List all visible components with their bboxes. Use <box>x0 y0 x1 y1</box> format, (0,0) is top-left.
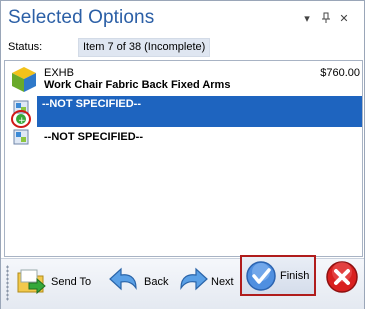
checkmark-icon <box>246 261 276 291</box>
selection-highlight: --NOT SPECIFIED-- <box>37 96 362 127</box>
status-label: Status: <box>8 41 43 53</box>
next-label: Next <box>211 276 234 288</box>
finish-label: Finish <box>280 270 310 282</box>
cancel-button[interactable] <box>325 260 359 294</box>
send-to-button[interactable]: Send To <box>15 259 97 309</box>
item-name: --NOT SPECIFIED-- <box>44 131 143 143</box>
send-to-icon <box>17 269 46 295</box>
send-to-label: Send To <box>51 276 92 288</box>
panel-title: Selected Options <box>8 7 155 28</box>
options-list[interactable]: EXHB Work Chair Fabric Back Fixed Arms $… <box>4 60 363 257</box>
next-arrow-icon <box>180 267 208 291</box>
toolbar-grip[interactable] <box>6 265 9 301</box>
back-arrow-icon <box>109 267 137 291</box>
status-row: Status: Item 7 of 38 (Incomplete) <box>1 37 364 57</box>
panel-titlebar: Selected Options ▾ ✕ <box>1 1 364 35</box>
svg-text:+: + <box>18 116 26 126</box>
back-label: Back <box>144 276 169 288</box>
cancel-icon <box>326 261 358 293</box>
selected-options-panel: Selected Options ▾ ✕ Status: Item 7 of 3… <box>0 0 365 309</box>
option-icon <box>10 127 38 155</box>
pin-icon[interactable] <box>319 12 333 26</box>
dropdown-arrow-icon[interactable]: ▾ <box>300 12 314 26</box>
list-item-option[interactable]: --NOT SPECIFIED-- <box>5 127 362 153</box>
status-value: Item 7 of 38 (Incomplete) <box>78 38 211 57</box>
option-add-icon: + <box>10 99 38 128</box>
next-button[interactable]: Next <box>177 259 237 309</box>
list-item-option-selected[interactable]: + --NOT SPECIFIED-- <box>5 61 362 131</box>
finish-button[interactable]: Finish <box>240 255 316 296</box>
item-name: --NOT SPECIFIED-- <box>42 98 141 110</box>
back-button[interactable]: Back <box>108 259 170 309</box>
close-icon[interactable]: ✕ <box>337 12 351 26</box>
